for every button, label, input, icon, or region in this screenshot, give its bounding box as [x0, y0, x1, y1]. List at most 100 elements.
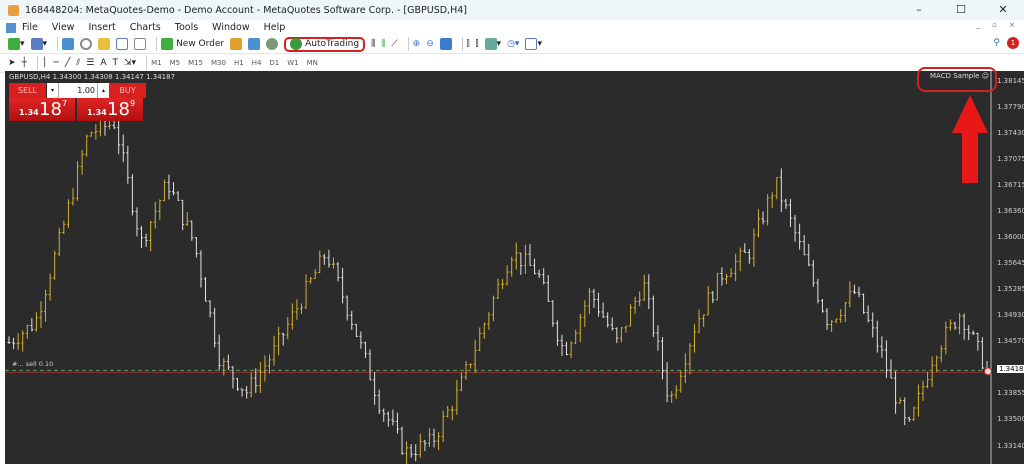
zoom-out-icon[interactable]: ⊖ [426, 37, 434, 52]
price-chart[interactable]: GBPUSD,H4 1.34300 1.34308 1.34147 1.3418… [5, 71, 1024, 464]
price-bar [875, 320, 879, 353]
menu-insert[interactable]: Insert [88, 22, 115, 33]
autoscroll-icon[interactable]: ⫿ [467, 37, 470, 52]
timeframe-m15[interactable]: M15 [188, 59, 203, 67]
price-bar [523, 244, 527, 274]
price-bar [724, 273, 728, 285]
menu-window[interactable]: Window [212, 22, 249, 33]
arrows-icon[interactable]: ⇲▾ [124, 56, 136, 71]
price-bar [427, 428, 431, 447]
price-bar [656, 325, 660, 351]
price-bar [336, 262, 340, 282]
price-bar [53, 250, 57, 280]
indicators-button[interactable]: ▾ [484, 37, 501, 52]
metaeditor-icon[interactable] [230, 37, 243, 52]
market-icon[interactable] [266, 37, 279, 52]
price-bar [816, 278, 820, 304]
price-bar [555, 320, 559, 346]
new-order-button[interactable]: New Order [161, 37, 224, 52]
price-bar [391, 409, 395, 426]
strategy-tester-icon[interactable] [134, 37, 147, 52]
menu-file[interactable]: File [22, 22, 38, 33]
signals-icon[interactable] [248, 37, 261, 52]
zoom-in-icon[interactable]: ⊕ [413, 37, 421, 52]
price-bar [473, 339, 477, 374]
price-bar [834, 318, 838, 324]
cursor-icon[interactable]: ➤ [8, 56, 16, 71]
price-bar [395, 412, 399, 434]
bar-chart-icon[interactable]: ⫼ [371, 37, 375, 52]
maximize-button[interactable]: ☐ [940, 0, 982, 20]
market-watch-icon[interactable] [62, 37, 75, 52]
terminal-icon[interactable] [116, 37, 129, 52]
buy-price[interactable]: 1.34 18 9 [77, 98, 143, 121]
text-icon[interactable]: A [100, 56, 106, 71]
mdi-controls[interactable]: _ ▫ × [976, 21, 1020, 29]
minimize-button[interactable]: – [898, 0, 940, 20]
price-bar [752, 228, 756, 267]
menu-tools[interactable]: Tools [175, 22, 198, 33]
price-bar [39, 301, 43, 329]
fibonacci-icon[interactable]: ☰ [86, 56, 94, 71]
crosshair-icon[interactable]: ┼ [22, 56, 27, 71]
profiles-button[interactable]: ▾ [30, 37, 47, 52]
timeframe-w1[interactable]: W1 [287, 59, 298, 67]
buy-button[interactable]: BUY [109, 83, 146, 98]
timeframe-mn[interactable]: MN [307, 59, 318, 67]
close-button[interactable]: ✕ [982, 0, 1024, 20]
horizontal-line-icon[interactable]: ─ [53, 56, 58, 71]
price-bar [839, 309, 843, 323]
candlestick-icon[interactable]: ⫼ [381, 37, 385, 52]
close-order-icon[interactable] [984, 367, 992, 376]
timeframe-m30[interactable]: M30 [211, 59, 226, 67]
price-label: 1.37075 [997, 155, 1024, 164]
timeframe-m1[interactable]: M1 [151, 59, 162, 67]
text-label-icon[interactable]: T [113, 56, 119, 71]
autotrading-button[interactable]: AutoTrading [284, 36, 366, 52]
price-bar [231, 366, 235, 389]
price-bar [62, 220, 66, 235]
sell-button[interactable]: SELL [9, 83, 46, 98]
price-bar [455, 380, 459, 415]
templates-button[interactable]: ▾ [525, 37, 542, 52]
price-bar [953, 321, 957, 330]
price-bar [926, 371, 930, 389]
lot-increase-button[interactable]: ▴ [97, 83, 109, 98]
price-label: 1.34930 [997, 311, 1024, 320]
price-bar [688, 343, 692, 375]
timeframe-h4[interactable]: H4 [252, 59, 262, 67]
chart-shift-icon[interactable]: ⫿ [476, 37, 479, 52]
menu-view[interactable]: View [52, 22, 75, 33]
line-chart-icon[interactable]: ⟋ [391, 37, 397, 52]
price-bar [496, 278, 500, 299]
price-bar [743, 243, 747, 254]
lot-decrease-button[interactable]: ▾ [47, 83, 59, 98]
search-icon[interactable]: ⚲ [993, 38, 1000, 48]
timeframe-h1[interactable]: H1 [234, 59, 244, 67]
data-window-icon[interactable] [80, 37, 93, 52]
price-label: 1.36715 [997, 181, 1024, 190]
periods-button[interactable]: ◷▾ [507, 37, 519, 52]
price-bar [894, 371, 898, 414]
vertical-line-icon[interactable]: │ [42, 56, 47, 71]
sell-price-prefix: 1.34 [19, 108, 39, 117]
price-label: 1.34570 [997, 337, 1024, 346]
sell-price[interactable]: 1.34 18 7 [9, 98, 75, 121]
price-bar [619, 327, 623, 343]
timeframe-m5[interactable]: M5 [170, 59, 181, 67]
trendline-icon[interactable]: ╱ [65, 56, 70, 71]
navigator-icon[interactable] [98, 37, 111, 52]
new-chart-button[interactable]: ▾ [8, 37, 25, 52]
price-bar [446, 405, 450, 418]
notification-badge[interactable]: 1 [1007, 37, 1019, 49]
lot-size-input[interactable]: ▾ 1.00 ▴ [47, 83, 109, 98]
timeframe-d1[interactable]: D1 [269, 59, 279, 67]
tile-windows-icon[interactable] [439, 37, 452, 52]
price-bar [245, 385, 249, 399]
menu-help[interactable]: Help [264, 22, 286, 33]
price-bar [610, 317, 614, 331]
menu-charts[interactable]: Charts [130, 22, 161, 33]
price-bar [729, 268, 733, 278]
channel-icon[interactable]: ⫽ [76, 56, 80, 71]
price-bar [852, 284, 856, 295]
